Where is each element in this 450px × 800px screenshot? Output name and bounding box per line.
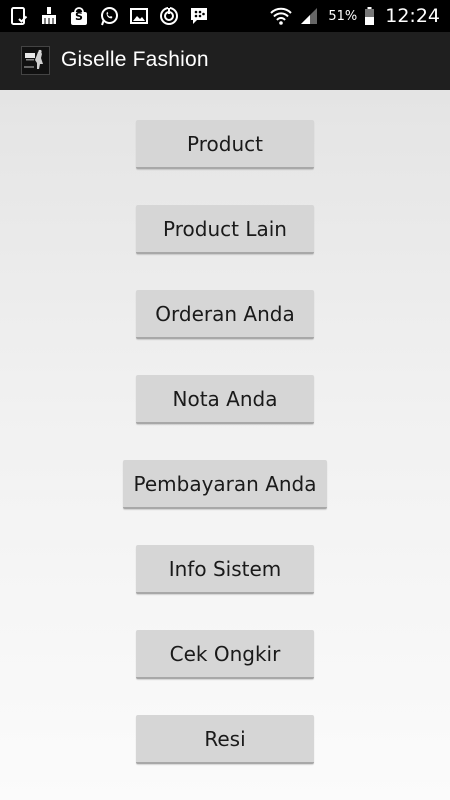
wifi-icon	[270, 5, 293, 27]
product-lain-button[interactable]: Product Lain	[136, 205, 314, 254]
status-bar: S 51% 12:24	[0, 0, 450, 32]
nota-anda-button[interactable]: Nota Anda	[136, 375, 314, 424]
sync-circle-icon	[158, 5, 180, 27]
cleaning-brush-icon	[38, 5, 60, 27]
resi-button[interactable]: Resi	[136, 715, 314, 764]
main-menu: Product Product Lain Orderan Anda Nota A…	[0, 90, 450, 800]
product-button[interactable]: Product	[136, 120, 314, 169]
shopping-bag-icon: S	[68, 5, 90, 27]
status-time: 12:24	[385, 5, 440, 27]
bbm-chat-icon	[188, 5, 210, 27]
info-sistem-button[interactable]: Info Sistem	[136, 545, 314, 594]
whatsapp-icon	[98, 5, 120, 27]
cek-ongkir-button[interactable]: Cek Ongkir	[136, 630, 314, 679]
app-logo-icon[interactable]	[21, 46, 50, 75]
orderan-anda-button[interactable]: Orderan Anda	[136, 290, 314, 339]
battery-percent: 51%	[328, 8, 358, 24]
shopping-bag-letter: S	[75, 10, 83, 23]
system-status: 51% 12:24	[270, 4, 440, 28]
clipboard-check-icon	[8, 5, 30, 27]
action-bar: Giselle Fashion	[0, 32, 450, 90]
pembayaran-anda-button[interactable]: Pembayaran Anda	[123, 460, 327, 509]
app-title: Giselle Fashion	[61, 48, 209, 71]
signal-strength-icon	[298, 5, 320, 27]
notification-icons: S	[8, 4, 210, 28]
image-icon	[128, 5, 150, 27]
battery-icon	[363, 5, 375, 27]
